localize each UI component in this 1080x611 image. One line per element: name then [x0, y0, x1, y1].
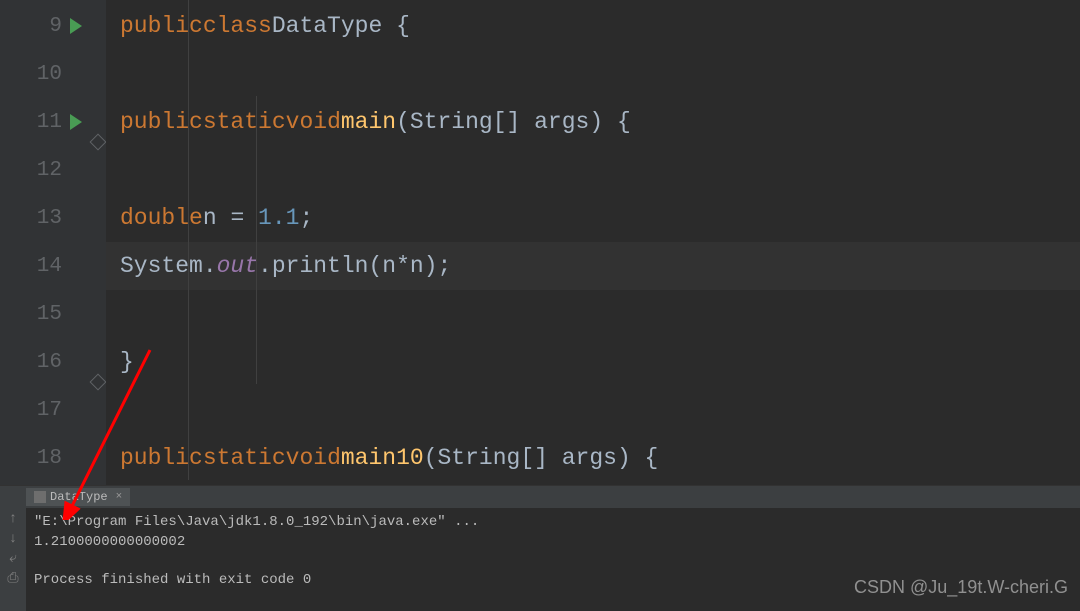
fold-marker-icon[interactable] [90, 134, 107, 151]
line-number: 16 [37, 351, 62, 374]
line-number: 10 [37, 63, 62, 86]
line-number: 15 [37, 303, 62, 326]
wrap-icon[interactable]: ⤶ [6, 552, 20, 566]
run-tab-label: DataType [50, 490, 108, 504]
console-toolbar: ↑ ↓ ⤶ ⎙ [0, 508, 26, 611]
code-line[interactable]: public class DataType { [106, 2, 1080, 50]
line-number: 12 [37, 159, 62, 182]
run-tab-bar: DataType × [0, 486, 1080, 508]
code-line[interactable]: public static void main(String[] args) { [106, 98, 1080, 146]
code-line-current[interactable]: System.out.println(n*n); [106, 242, 1080, 290]
line-number: 11 [37, 111, 62, 134]
code-line[interactable]: public static void main10(String[] args)… [106, 434, 1080, 482]
line-number: 14 [37, 255, 62, 278]
console-result: 1.2100000000000002 [34, 532, 1072, 552]
close-icon[interactable]: × [116, 491, 123, 503]
code-line[interactable] [106, 290, 1080, 338]
print-icon[interactable]: ⎙ [6, 572, 20, 586]
code-editor: 9 10 11 12 13 14 15 16 17 18 public clas… [0, 0, 1080, 485]
line-number: 13 [37, 207, 62, 230]
run-tab[interactable]: DataType × [26, 488, 130, 506]
code-line[interactable] [106, 146, 1080, 194]
fold-marker-icon[interactable] [90, 374, 107, 391]
down-arrow-icon[interactable]: ↓ [6, 532, 20, 546]
line-number: 17 [37, 399, 62, 422]
console-command: "E:\Program Files\Java\jdk1.8.0_192\bin\… [34, 512, 479, 532]
code-line[interactable]: } [106, 338, 1080, 386]
watermark: CSDN @Ju_19t.W-cheri.G [854, 577, 1068, 598]
run-icon[interactable] [70, 18, 82, 34]
fold-column [90, 0, 106, 485]
code-line[interactable] [106, 386, 1080, 434]
code-line[interactable]: double n = 1.1; [106, 194, 1080, 242]
line-number: 9 [49, 15, 62, 38]
line-number: 18 [37, 447, 62, 470]
tab-icon [34, 491, 46, 503]
gutter: 9 10 11 12 13 14 15 16 17 18 [0, 0, 90, 485]
code-area[interactable]: public class DataType { public static vo… [106, 0, 1080, 485]
code-line[interactable] [106, 50, 1080, 98]
up-arrow-icon[interactable]: ↑ [6, 512, 20, 526]
run-icon[interactable] [70, 114, 82, 130]
